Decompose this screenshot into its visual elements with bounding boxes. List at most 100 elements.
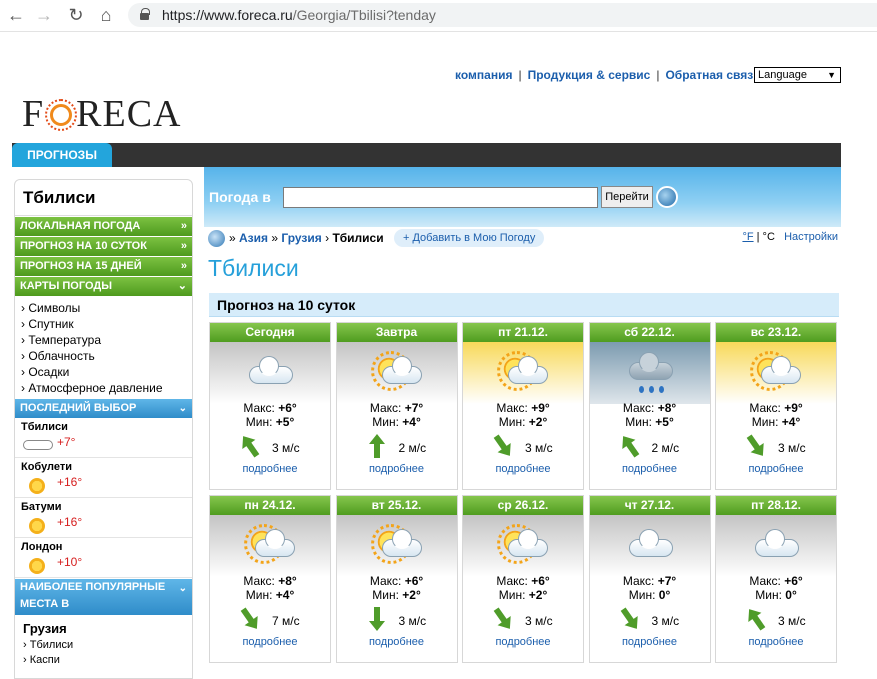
map-link-clouds[interactable]: Облачность: [21, 348, 192, 364]
temperature-block: Макс: +8° Мин: +4°: [210, 574, 330, 602]
globe-icon: [208, 230, 225, 247]
wind-speed: 2 м/с: [651, 441, 680, 455]
recent-header[interactable]: ПОСЛЕДНИЙ ВЫБОР ⌄: [15, 399, 192, 418]
cloudy-icon: [245, 352, 295, 392]
wind-arrow-up-icon: [368, 434, 385, 458]
recent-item[interactable]: Батуми +16°: [15, 498, 192, 538]
min-label: Мин:: [245, 588, 273, 602]
min-temp: +4°: [781, 415, 801, 429]
partly-cloudy-icon: [497, 351, 548, 392]
sun-icon: [29, 518, 45, 534]
sidebar-item-15-day[interactable]: ПРОГНОЗ НА 15 ДНЕЙ»: [15, 257, 192, 276]
recent-item[interactable]: Лондон +10°: [15, 538, 192, 578]
map-link-satellite[interactable]: Спутник: [21, 316, 192, 332]
min-label: Мин:: [245, 415, 273, 429]
temperature-block: Макс: +6° Мин: +2°: [337, 574, 457, 602]
lock-icon: [140, 8, 150, 20]
sidebar-item-local-weather[interactable]: ЛОКАЛЬНАЯ ПОГОДА»: [15, 217, 192, 236]
feedback-link[interactable]: Обратная связь: [665, 68, 760, 82]
location-search-input[interactable]: [283, 187, 598, 208]
forecast-day-card: сб 22.12. Макс: +8° Мин: +5° 2 м/с подробнее: [588, 322, 711, 490]
details-link[interactable]: подробнее: [337, 636, 457, 648]
cloudy-icon: [751, 525, 801, 565]
globe-icon[interactable]: [656, 186, 678, 208]
wind-speed: 2 м/с: [398, 441, 427, 455]
go-button[interactable]: Перейти: [601, 186, 653, 208]
details-link[interactable]: подробнее: [210, 463, 330, 475]
sidebar: Тбилиси ЛОКАЛЬНАЯ ПОГОДА» ПРОГНОЗ НА 10 …: [14, 179, 193, 679]
products-link[interactable]: Продукция & сервис: [528, 68, 651, 82]
min-label: Мин:: [498, 415, 526, 429]
language-select[interactable]: Language ▼: [754, 67, 841, 83]
map-link-precipitation[interactable]: Осадки: [21, 364, 192, 380]
recent-item[interactable]: Тбилиси +7°: [15, 418, 192, 458]
tab-forecasts[interactable]: ПРОГНОЗЫ: [12, 143, 112, 167]
wind-arrow-down-right-icon: [493, 434, 511, 456]
max-temp: +8°: [278, 574, 297, 588]
min-temp: 0°: [785, 588, 797, 602]
wind-speed: 3 м/с: [525, 441, 553, 455]
day-label: чт 27.12.: [589, 496, 710, 515]
temperature-block: Макс: +9° Мин: +2°: [463, 401, 583, 429]
temperature-block: Макс: +6° Мин: +2°: [463, 574, 583, 602]
address-bar[interactable]: https://www.foreca.ru/Georgia/Tbilisi?te…: [128, 3, 877, 27]
details-link[interactable]: подробнее: [590, 636, 710, 648]
breadcrumb: » Азия » Грузия › Тбилиси + Добавить в М…: [208, 229, 841, 248]
reload-icon[interactable]: ↻: [64, 4, 88, 26]
back-icon[interactable]: ←: [4, 4, 28, 26]
breadcrumb-georgia[interactable]: Грузия: [281, 231, 321, 245]
forecast-day-card: Сегодня Макс: +6° Мин: +5° 3 м/с подробнее: [209, 322, 331, 490]
chevron-right-icon: »: [180, 220, 187, 232]
min-label: Мин:: [625, 415, 652, 429]
details-link[interactable]: подробнее: [337, 463, 457, 475]
max-temp: +6°: [404, 574, 424, 588]
details-link[interactable]: подробнее: [463, 463, 583, 475]
sidebar-item-10-day[interactable]: ПРОГНОЗ НА 10 СУТОК»: [15, 237, 192, 256]
forecast-day-card: вс 23.12. Макс: +9° Мин: +4° 3 м/с подробнее: [715, 322, 837, 490]
details-link[interactable]: подробнее: [716, 463, 836, 475]
sidebar-item-weather-maps[interactable]: КАРТЫ ПОГОДЫ ⌄: [15, 277, 192, 296]
popular-link[interactable]: Тбилиси: [23, 638, 192, 653]
home-icon[interactable]: ⌂: [94, 4, 118, 26]
wind-arrow-down-right-icon: [746, 434, 764, 456]
forecast-day-card: ср 26.12. Макс: +6° Мин: +2° 3 м/с подробнее: [462, 495, 584, 663]
details-link[interactable]: подробнее: [210, 636, 330, 648]
popular-link[interactable]: Каспи: [23, 653, 192, 668]
min-temp: +2°: [528, 415, 548, 429]
wind-arrow-up-left-icon: [748, 609, 766, 631]
partly-cloudy-icon: [244, 524, 295, 565]
temperature-block: Макс: +9° Мин: +4°: [716, 401, 836, 429]
max-label: Макс:: [749, 401, 781, 415]
max-label: Макс:: [496, 574, 528, 588]
chevron-right-icon: »: [180, 260, 187, 272]
max-label: Макс:: [369, 401, 402, 415]
details-link[interactable]: подробнее: [463, 636, 583, 648]
min-temp: +4°: [275, 588, 295, 602]
forward-icon[interactable]: →: [32, 4, 56, 26]
main-nav: ПРОГНОЗЫ: [12, 143, 841, 167]
min-temp: +5°: [275, 415, 295, 429]
details-link[interactable]: подробнее: [590, 463, 710, 475]
map-link-pressure[interactable]: Атмосферное давление: [21, 380, 192, 396]
settings-link[interactable]: Настройки: [784, 231, 838, 243]
chevron-down-icon: ⌄: [178, 583, 187, 594]
wind-block: 7 м/с: [210, 602, 330, 636]
company-link[interactable]: компания: [455, 68, 512, 82]
min-label: Мин:: [755, 588, 782, 602]
popular-country: Грузия: [23, 621, 67, 636]
unit-fahrenheit-link[interactable]: °F: [742, 231, 753, 243]
day-label: сб 22.12.: [589, 323, 710, 342]
popular-header[interactable]: НАИБОЛЕЕ ПОПУЛЯРНЫЕ МЕСТА В ⌄: [15, 579, 192, 615]
max-label: Макс:: [496, 401, 528, 415]
wind-arrow-up-left-icon: [621, 436, 639, 458]
details-link[interactable]: подробнее: [716, 636, 836, 648]
map-link-symbols[interactable]: Символы: [21, 300, 192, 316]
wind-arrow-down-icon: [368, 607, 385, 631]
breadcrumb-asia[interactable]: Азия: [239, 231, 268, 245]
add-to-my-weather-button[interactable]: + Добавить в Мою Погоду: [394, 229, 545, 247]
max-temp: +7°: [657, 574, 677, 588]
foreca-logo[interactable]: F RECA: [22, 92, 182, 136]
day-label: Завтра: [336, 323, 457, 342]
recent-item[interactable]: Кобулети +16°: [15, 458, 192, 498]
map-link-temperature[interactable]: Температура: [21, 332, 192, 348]
